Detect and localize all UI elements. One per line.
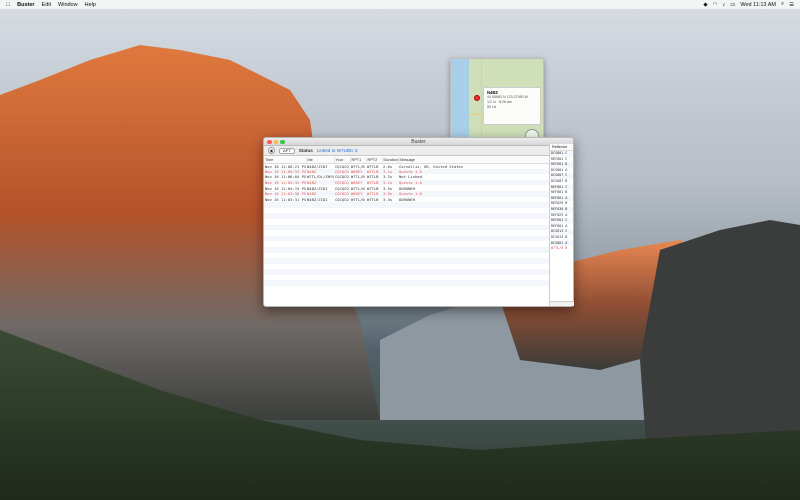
battery-icon[interactable]: ▭ [730,2,735,8]
cell-your: CQCQCQ [335,196,349,202]
spotlight-icon[interactable]: ⌕ [781,1,784,8]
dropbox-icon[interactable]: ◆ [703,2,707,8]
window-title: Buster [411,138,426,145]
window-toolbar: ◉ APT Status Linked to W7UBC-3 [264,146,573,156]
window-titlebar[interactable]: Buster [264,138,573,146]
menu-edit[interactable]: Edit [42,2,51,8]
minimize-button[interactable] [273,139,278,144]
cell-your: CQCQCQ [334,168,350,175]
notification-center-icon[interactable]: ☰ [789,2,794,8]
apple-menu-icon[interactable]:  [6,2,10,8]
cell-rpt1: W7TL/B [351,185,365,191]
cell-your: CQCQCQ [335,174,349,180]
cell-your: CQCQCQ [334,179,350,186]
menu-bar:  Buster Edit Window Help ◆ ◠ ♪ ▭ Wed 11… [0,0,800,9]
cell-time: Nov 16 11:03:58 PST [264,190,306,197]
clock-text[interactable]: Wed 11:13 AM [740,2,776,8]
menu-window[interactable]: Window [58,2,78,8]
volume-icon[interactable]: ♪ [722,2,725,8]
reflector-item[interactable]: W7TL/B B [550,246,573,252]
apt-button[interactable]: APT [279,147,295,154]
wifi-icon[interactable]: ◠ [713,2,718,8]
cell-time: Nov 16 11:03:31 PST [265,196,306,202]
reflector-list[interactable]: Reflector DCS001 C REF001 C REF001 B DCS001… [549,144,574,306]
menu-app-name[interactable]: Buster [17,2,34,8]
cell-me: W7TL/DL/ZNYS [307,174,334,180]
cell-rpt1: W7TL/B [351,196,365,202]
zoom-button[interactable] [280,139,285,144]
status-label: Status [298,148,313,153]
empty-row [264,286,550,292]
buster-window: Buster ◉ APT Status Linked to W7UBC-3 Ti… [263,137,574,307]
reflector-header: Reflector [550,144,573,151]
cell-rpt1: W7TL/B [351,163,365,169]
cell-time: Nov 16 11:06:21 PST [265,163,306,169]
close-button[interactable] [267,139,272,144]
cell-time: Nov 16 11:04:15 PST [265,185,306,191]
status-value: Linked to W7UBC-3 [316,148,358,153]
cell-time: Nov 16 11:06:53 PST [264,168,306,175]
cell-your: CQCQCQ [335,163,349,169]
map-callout: N4BZ 44.55983 N 123.27983 W 1/2 in · 8:2… [483,87,541,125]
log-table: Time Me Your RPT1 RPT2 Duration Message … [264,157,550,292]
menu-help[interactable]: Help [85,2,96,8]
cell-time: Nov 16 11:06:04 PST [265,174,306,180]
cell-your: CQCQCQ [335,185,349,191]
location-pin-icon[interactable] [474,95,480,101]
transmit-icon[interactable]: ◉ [268,147,275,154]
callout-line: 55 Hz [487,105,497,109]
cell-your: CQCQCQ [334,190,350,197]
reflector-footer[interactable] [550,301,574,306]
log-table-area[interactable]: Time Me Your RPT1 RPT2 Duration Message … [264,157,550,306]
cell-time: Nov 16 11:04:32 PST [264,179,306,186]
cell-rpt1: W7TL/B [351,174,365,180]
